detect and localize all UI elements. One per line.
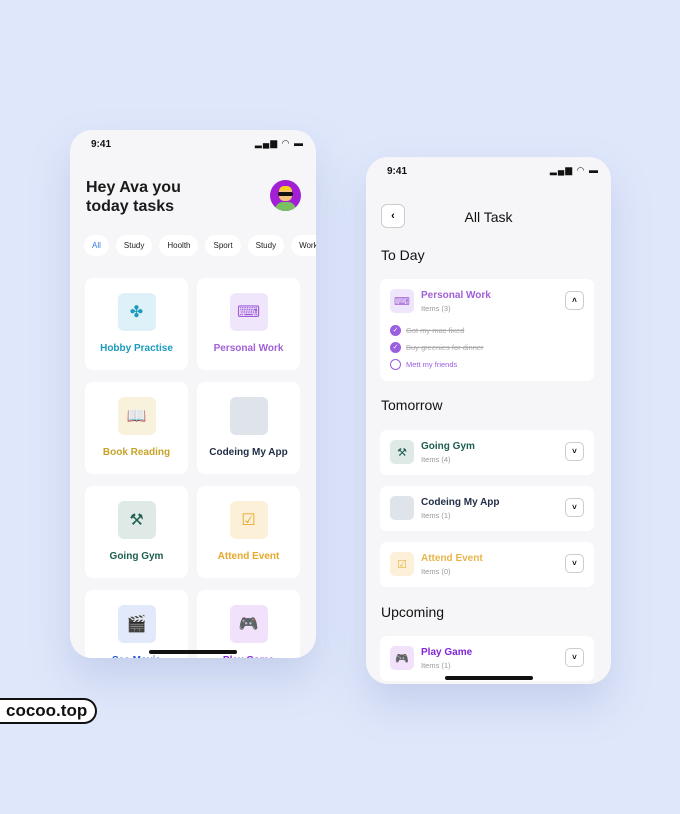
category-card[interactable]: 🎬 See Movie — [85, 590, 188, 658]
calendar-icon: ☑ — [229, 501, 268, 539]
task-group-count: Items (3) — [421, 304, 451, 313]
task-group-name: Play Game — [421, 647, 473, 658]
status-icons: ▂▄▆ ◠ ▬ — [549, 165, 599, 175]
category-label: Codeing My App — [209, 447, 288, 458]
section-tomorrow: Tomorrow — [381, 397, 443, 413]
task-group-count: Items (0) — [421, 567, 451, 576]
subtask-text: Buy greenies for dinner — [406, 343, 484, 352]
category-label: See Movie — [85, 655, 188, 658]
task-group-name: Personal Work — [421, 290, 491, 301]
greeting-line: Hey Ava you — [86, 179, 181, 196]
section-upcoming: Upcoming — [381, 604, 445, 620]
page-title: All Task — [464, 209, 513, 225]
collapse-button[interactable]: ˄ — [565, 291, 584, 310]
home-indicator — [445, 676, 533, 680]
calendar-icon: ☑ — [390, 552, 414, 576]
expand-button[interactable]: ˅ — [565, 648, 584, 667]
category-label: Hobby Practise — [100, 343, 173, 354]
status-time: 9:41 — [387, 166, 408, 177]
unchecked-checkbox[interactable] — [390, 359, 401, 370]
category-chips: All Study Hoolth Sport Study Work — [84, 235, 316, 256]
subtask-text: Got my mac fixed — [406, 326, 465, 335]
task-group-name: Codeing My App — [421, 497, 500, 508]
person-desk-icon: ⌨ — [229, 293, 268, 331]
category-card[interactable]: 📖 Book Reading — [85, 382, 188, 474]
gamepad-icon: 🎮 — [229, 605, 268, 643]
task-group-count: Items (1) — [421, 661, 451, 670]
task-group-personal-work[interactable]: ⌨ Personal Work Items (3) ˄ ✓ Got my mac … — [380, 279, 594, 381]
expand-button[interactable]: ˅ — [565, 442, 584, 461]
category-card[interactable]: Codeing My App — [197, 382, 300, 474]
status-icons: ▂▄▆ ◠ ▬ — [254, 138, 304, 148]
all-task-screen: 9:41 ▂▄▆ ◠ ▬ ‹ All Task To Day ⌨ Persona… — [366, 157, 611, 684]
checked-checkbox[interactable]: ✓ — [390, 325, 401, 336]
gamepad-icon: 🎮 — [390, 646, 414, 670]
greeting-line: today tasks — [86, 198, 175, 215]
task-group[interactable]: Codeing My App Items (1) ˅ — [380, 486, 594, 531]
category-card[interactable]: ⚒ Going Gym — [85, 486, 188, 578]
dumbbell-icon: ⚒ — [390, 440, 414, 464]
dumbbell-icon: ⚒ — [117, 501, 156, 539]
avatar[interactable] — [270, 180, 301, 211]
task-group[interactable]: 🎮 Play Game Items (1) ˅ — [380, 636, 594, 681]
category-label: Personal Work — [213, 343, 284, 354]
category-card[interactable]: ✤ Hobby Practise — [85, 278, 188, 370]
greeting-title: Hey Ava you today tasks — [86, 178, 181, 216]
category-label: Going Gym — [109, 551, 164, 562]
checked-checkbox[interactable]: ✓ — [390, 342, 401, 353]
task-group-count: Items (4) — [421, 455, 451, 464]
home-indicator — [149, 650, 237, 654]
chip-study[interactable]: Study — [247, 235, 285, 256]
code-icon — [229, 397, 268, 435]
expand-button[interactable]: ˅ — [565, 498, 584, 517]
section-today: To Day — [381, 247, 425, 263]
category-card[interactable]: ⌨ Personal Work — [197, 278, 300, 370]
reading-icon: 📖 — [117, 397, 156, 435]
chip-study[interactable]: Study — [115, 235, 153, 256]
subtask-text: Mett my friends — [406, 360, 458, 369]
task-group-name: Attend Event — [421, 553, 483, 564]
home-screen: 9:41 ▂▄▆ ◠ ▬ Hey Ava you today tasks All S… — [70, 130, 316, 658]
person-desk-icon: ⌨ — [390, 289, 414, 313]
chip-all[interactable]: All — [84, 235, 109, 256]
task-group[interactable]: ⚒ Going Gym Items (4) ˅ — [380, 430, 594, 475]
task-group-name: Going Gym — [421, 441, 475, 452]
clapperboard-icon: 🎬 — [117, 605, 156, 643]
chip-sport[interactable]: Sport — [205, 235, 241, 256]
task-group-count: Items (1) — [421, 511, 451, 520]
category-label: Play Game — [197, 655, 300, 658]
status-time: 9:41 — [91, 139, 112, 150]
expand-button[interactable]: ˅ — [565, 554, 584, 573]
subtask-item[interactable]: Mett my friends — [390, 359, 457, 370]
subtask-item[interactable]: ✓ Buy greenies for dinner — [390, 342, 484, 353]
task-group[interactable]: ☑ Attend Event Items (0) ˅ — [380, 542, 594, 587]
code-icon — [390, 496, 414, 520]
puzzle-icon: ✤ — [117, 293, 156, 331]
chip-work[interactable]: Work — [291, 235, 316, 256]
category-card[interactable]: ☑ Attend Event — [197, 486, 300, 578]
category-label: Book Reading — [102, 447, 171, 458]
subtask-item[interactable]: ✓ Got my mac fixed — [390, 325, 464, 336]
watermark: cocoo.top — [0, 698, 98, 724]
category-label: Attend Event — [217, 551, 280, 562]
category-card[interactable]: 🎮 Play Game — [197, 590, 300, 658]
chip-hoolth[interactable]: Hoolth — [159, 235, 199, 256]
